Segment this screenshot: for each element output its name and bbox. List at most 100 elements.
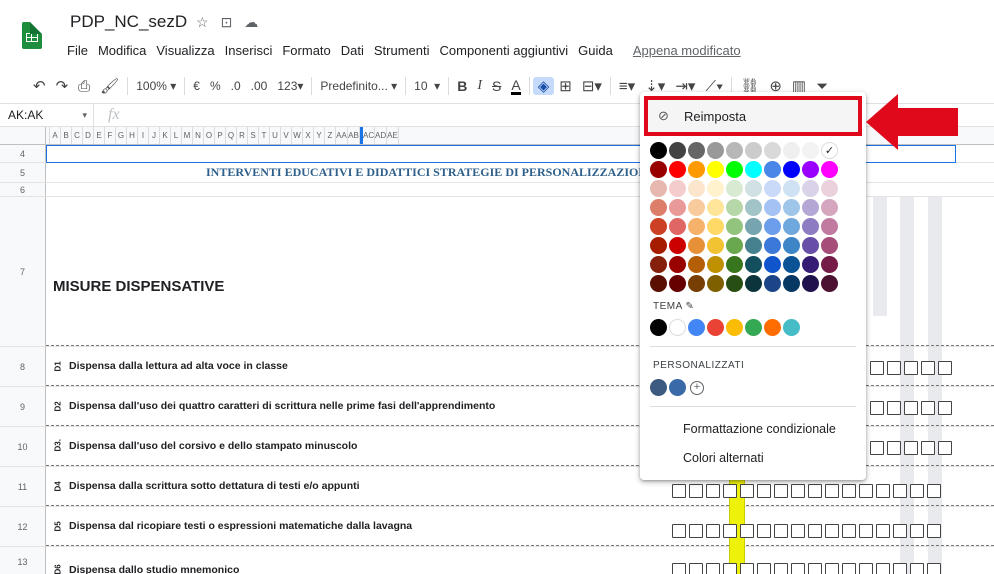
print-icon[interactable]: ⎙ (73, 78, 95, 95)
menu-formato[interactable]: Formato (277, 43, 335, 58)
color-swatch[interactable] (707, 142, 724, 159)
color-swatch[interactable] (745, 161, 762, 178)
sheets-logo-icon[interactable] (22, 22, 42, 49)
checkbox[interactable] (774, 524, 788, 538)
checkbox[interactable] (904, 361, 918, 375)
bold-button[interactable]: B (452, 78, 472, 94)
color-swatch[interactable] (650, 161, 667, 178)
color-swatch[interactable] (764, 237, 781, 254)
checkbox[interactable] (870, 441, 884, 455)
checkbox[interactable] (808, 563, 822, 574)
checkbox[interactable] (870, 401, 884, 415)
select-all-corner[interactable] (0, 127, 46, 144)
color-swatch[interactable] (650, 275, 667, 292)
color-swatch[interactable] (669, 275, 686, 292)
checkbox[interactable] (921, 401, 935, 415)
color-swatch[interactable] (726, 142, 743, 159)
currency-button[interactable]: € (188, 79, 205, 93)
color-swatch[interactable] (707, 275, 724, 292)
checkbox[interactable] (672, 524, 686, 538)
theme-color-swatch[interactable] (669, 319, 686, 336)
column-header-cell[interactable]: AD (375, 127, 387, 144)
column-header-cell[interactable]: N (193, 127, 204, 144)
checkbox[interactable] (842, 484, 856, 498)
color-swatch[interactable] (783, 199, 800, 216)
conditional-formatting-item[interactable]: Formattazione condizionale (683, 422, 836, 436)
checkbox[interactable] (859, 484, 873, 498)
column-header-cell[interactable]: B (61, 127, 72, 144)
column-header-cell[interactable]: O (204, 127, 215, 144)
fill-color-icon[interactable]: ◈ (532, 77, 555, 95)
color-swatch[interactable] (802, 199, 819, 216)
color-swatch[interactable] (669, 218, 686, 235)
color-swatch[interactable] (726, 161, 743, 178)
checkbox[interactable] (740, 563, 754, 574)
column-header-cell[interactable]: F (105, 127, 116, 144)
color-swatch[interactable] (821, 237, 838, 254)
menu-file[interactable]: File (62, 43, 93, 58)
row-number[interactable]: 12 (0, 507, 46, 546)
column-header-cell[interactable]: C (72, 127, 83, 144)
alternating-colors-item[interactable]: Colori alternati (683, 451, 764, 465)
checkbox[interactable] (887, 401, 901, 415)
checkbox[interactable] (808, 484, 822, 498)
color-swatch[interactable] (783, 275, 800, 292)
color-swatch[interactable] (745, 142, 762, 159)
column-header-cell[interactable]: U (270, 127, 281, 144)
color-swatch[interactable] (650, 237, 667, 254)
column-header-cell[interactable]: E (94, 127, 105, 144)
italic-button[interactable]: I (472, 78, 487, 94)
row-number[interactable]: 11 (0, 467, 46, 506)
checkbox[interactable] (893, 484, 907, 498)
color-swatch[interactable]: ✓ (821, 142, 838, 159)
column-header-cell[interactable]: Z (325, 127, 336, 144)
checkbox[interactable] (672, 484, 686, 498)
color-swatch[interactable] (707, 256, 724, 273)
checkbox[interactable] (791, 484, 805, 498)
checkbox[interactable] (689, 563, 703, 574)
last-edit-link[interactable]: Appena modificato (628, 43, 746, 58)
zoom-select[interactable]: 100% ▾ (131, 79, 181, 93)
theme-color-swatch[interactable] (650, 319, 667, 336)
color-swatch[interactable] (821, 161, 838, 178)
theme-color-swatch[interactable] (745, 319, 762, 336)
color-swatch[interactable] (802, 218, 819, 235)
column-header-cell[interactable]: X (303, 127, 314, 144)
strikethrough-button[interactable]: S (487, 78, 506, 94)
checkbox[interactable] (774, 563, 788, 574)
checkbox[interactable] (904, 401, 918, 415)
checkbox[interactable] (910, 563, 924, 574)
color-swatch[interactable] (745, 199, 762, 216)
column-header-cell[interactable]: AE (387, 127, 399, 144)
column-header-cell[interactable]: D (83, 127, 94, 144)
color-swatch[interactable] (650, 180, 667, 197)
column-header-cell[interactable]: T (259, 127, 270, 144)
column-header-cell[interactable]: A (50, 127, 61, 144)
column-header-cell[interactable]: H (127, 127, 138, 144)
more-formats-button[interactable]: 123▾ (272, 79, 308, 93)
color-swatch[interactable] (650, 142, 667, 159)
row-number[interactable]: 7 (0, 197, 46, 346)
checkbox[interactable] (859, 524, 873, 538)
color-swatch[interactable] (783, 161, 800, 178)
menu-dati[interactable]: Dati (336, 43, 369, 58)
color-swatch[interactable] (821, 218, 838, 235)
color-swatch[interactable] (745, 237, 762, 254)
font-size-select[interactable]: 10 ▾ (409, 79, 445, 93)
color-swatch[interactable] (764, 218, 781, 235)
move-folder-icon[interactable]: ⊡ (221, 14, 233, 31)
column-header-cell[interactable]: L (171, 127, 182, 144)
color-swatch[interactable] (688, 275, 705, 292)
color-swatch[interactable] (650, 256, 667, 273)
color-swatch[interactable] (707, 180, 724, 197)
checkbox[interactable] (910, 524, 924, 538)
decrease-decimal-button[interactable]: .0 (226, 79, 246, 93)
percent-button[interactable]: % (205, 79, 226, 93)
theme-color-swatch[interactable] (783, 319, 800, 336)
color-swatch[interactable] (707, 218, 724, 235)
color-swatch[interactable] (783, 256, 800, 273)
color-swatch[interactable] (726, 218, 743, 235)
edit-theme-icon[interactable]: ✎ (686, 301, 695, 312)
color-swatch[interactable] (650, 218, 667, 235)
checkbox[interactable] (921, 361, 935, 375)
